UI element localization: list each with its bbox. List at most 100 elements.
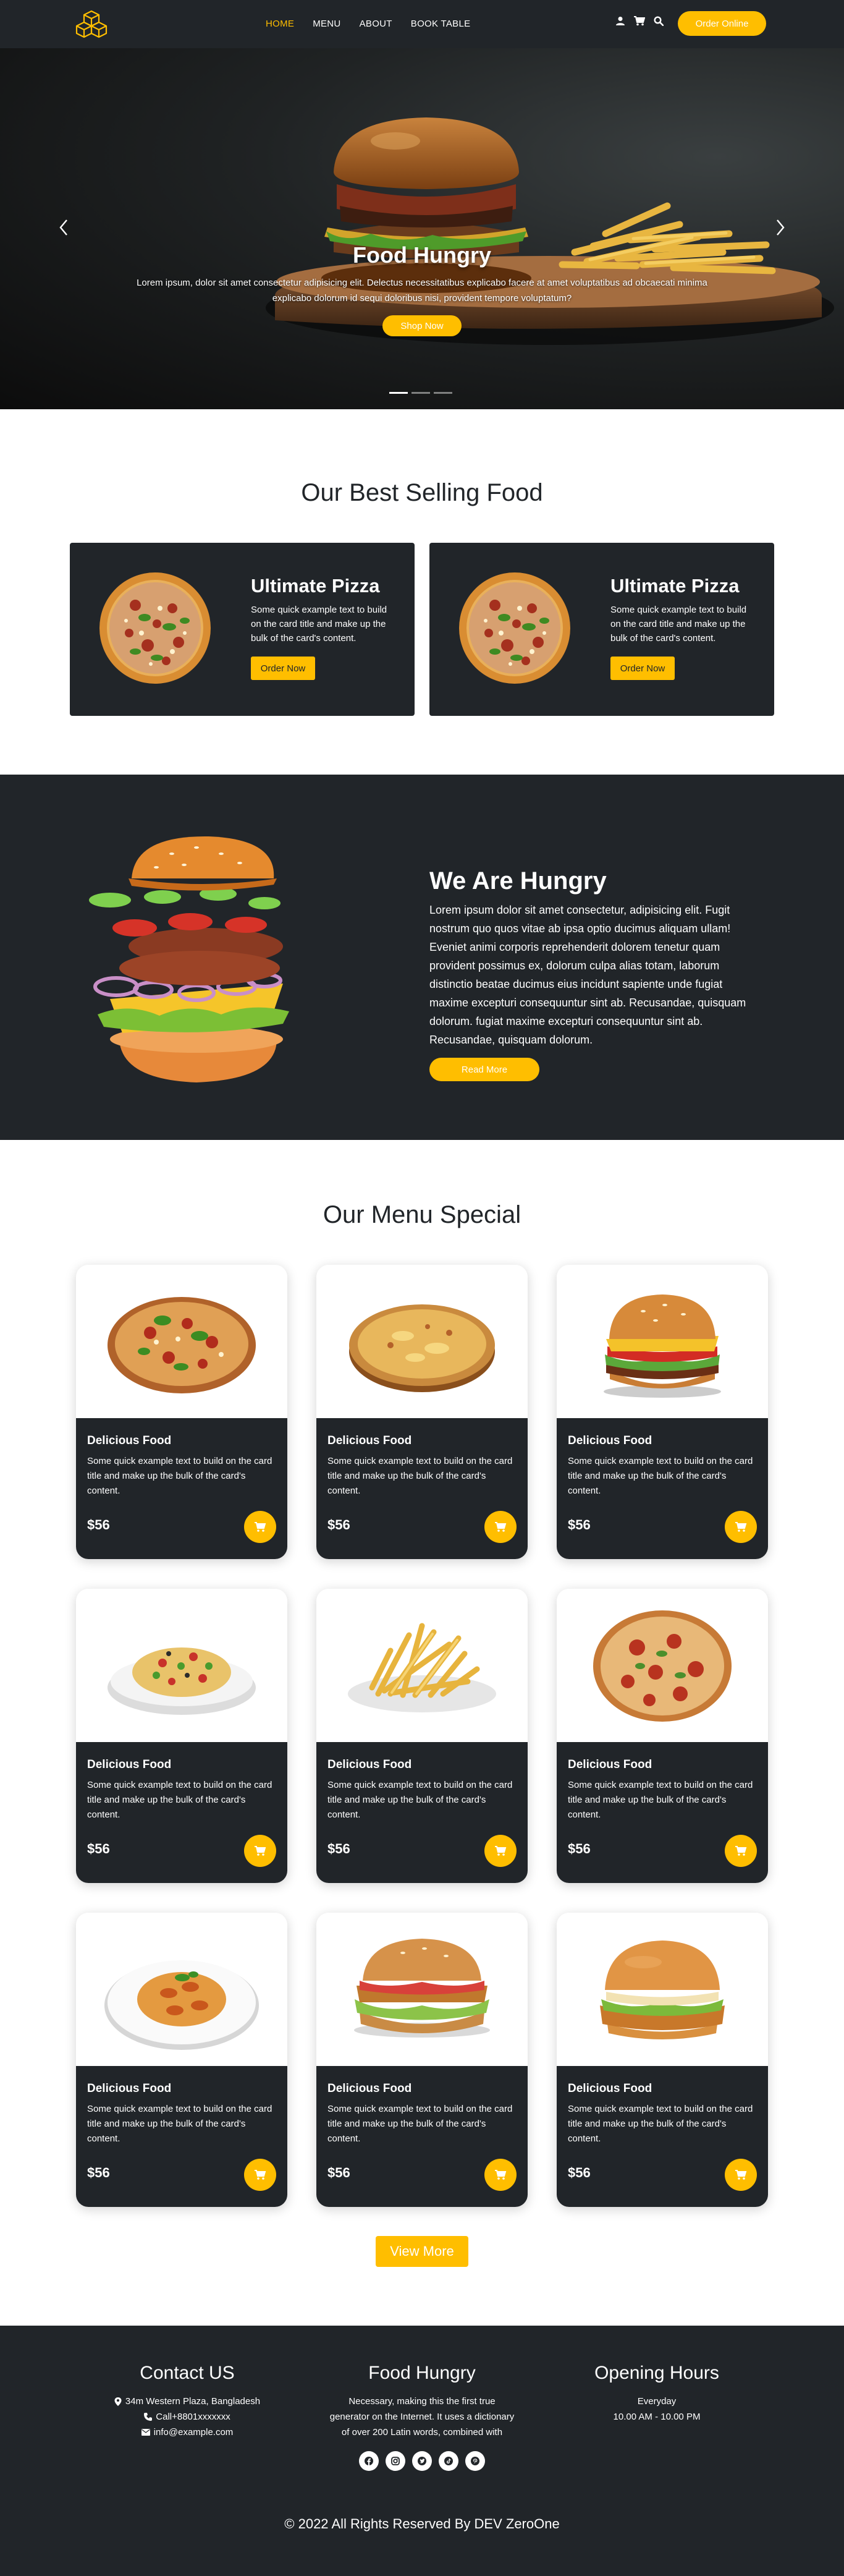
- menu-item-text: Some quick example text to build on the …: [87, 1780, 272, 1820]
- footer-hours-days: Everyday: [637, 2396, 677, 2407]
- cart-icon: [255, 1846, 266, 1856]
- footer-phone-text: Call+8801xxxxxxx: [156, 2412, 230, 2422]
- footer-hours: Opening Hours Everyday 10.00 AM - 10.00 …: [564, 2363, 749, 2425]
- pizza-pepperoni-image: [593, 1610, 732, 1722]
- menu-item-card: Delicious Food Some quick example text to…: [557, 1913, 768, 2207]
- pizza-image: [99, 572, 211, 684]
- menu-item-card: Delicious Food Some quick example text to…: [316, 1913, 528, 2207]
- order-now-button[interactable]: Order Now: [610, 657, 675, 680]
- add-to-cart-button[interactable]: [725, 1835, 757, 1867]
- add-to-cart-button[interactable]: [484, 1511, 517, 1543]
- add-to-cart-button[interactable]: [725, 1511, 757, 1543]
- view-more-button[interactable]: View More: [376, 2236, 468, 2267]
- twitter-icon[interactable]: [412, 2451, 432, 2471]
- menu-item-card: Delicious Food Some quick example text to…: [76, 1265, 287, 1559]
- facebook-icon[interactable]: [359, 2451, 379, 2471]
- menu-item-body: Delicious Food Some quick example text to…: [316, 1418, 528, 1559]
- menu-item-text: Some quick example text to build on the …: [87, 1456, 272, 1496]
- nav-icons: [615, 16, 664, 26]
- carousel-next-icon[interactable]: [771, 215, 790, 240]
- menu-item-price: $56: [568, 1841, 591, 1856]
- carousel-prev-icon[interactable]: [54, 215, 73, 240]
- menu-item-text: Some quick example text to build on the …: [568, 2104, 753, 2144]
- cart-icon: [495, 1522, 507, 1532]
- menu-item-text: Some quick example text to build on the …: [568, 1456, 753, 1496]
- menu-item-card: Delicious Food Some quick example text to…: [76, 1589, 287, 1883]
- menu-item-image-box: [557, 1265, 768, 1418]
- menu-item-price: $56: [87, 1841, 110, 1856]
- menu-item-body: Delicious Food Some quick example text to…: [76, 1418, 287, 1559]
- nav-book-table[interactable]: BOOK TABLE: [411, 19, 471, 29]
- menu-item-body: Delicious Food Some quick example text to…: [316, 1742, 528, 1883]
- add-to-cart-button[interactable]: [725, 2159, 757, 2191]
- order-now-button[interactable]: Order Now: [251, 657, 315, 680]
- menu-item-image-box: [76, 1913, 287, 2066]
- footer-phone[interactable]: Call+8801xxxxxxx: [95, 2409, 280, 2425]
- cart-icon: [735, 1522, 747, 1532]
- pasta-salad-image: [108, 1647, 256, 1715]
- nav-menu[interactable]: MENU: [313, 19, 340, 29]
- menu-item-text: Some quick example text to build on the …: [568, 1780, 753, 1820]
- carousel-indicator-1[interactable]: [389, 392, 408, 394]
- menu-item-price: $56: [327, 2165, 350, 2180]
- add-to-cart-button[interactable]: [244, 1511, 276, 1543]
- menu-item-title: Delicious Food: [87, 1434, 172, 1447]
- menu-item-title: Delicious Food: [327, 1758, 412, 1771]
- add-to-cart-button[interactable]: [244, 1835, 276, 1867]
- cart-icon[interactable]: [634, 16, 645, 26]
- chicken-sandwich-image: [354, 1939, 490, 2038]
- best-selling-title: Our Best Selling Food: [301, 479, 543, 506]
- add-to-cart-button[interactable]: [484, 1835, 517, 1867]
- carousel-indicator-2[interactable]: [411, 392, 430, 394]
- main-menu: HOME MENU ABOUT BOOK TABLE: [266, 19, 470, 29]
- footer-hours-title: Opening Hours: [594, 2363, 719, 2383]
- envelope-icon: [141, 2429, 150, 2436]
- cubes-logo-icon[interactable]: [74, 9, 109, 38]
- pinterest-icon[interactable]: [465, 2451, 485, 2471]
- menu-item-title: Delicious Food: [87, 2082, 172, 2095]
- menu-item-body: Delicious Food Some quick example text to…: [557, 2066, 768, 2207]
- menu-special-title: Our Menu Special: [323, 1201, 521, 1228]
- about-text: Lorem ipsum dolor sit amet consectetur, …: [429, 904, 746, 1046]
- menu-item-title: Delicious Food: [87, 1758, 172, 1771]
- menu-item-text: Some quick example text to build on the …: [87, 2104, 272, 2144]
- search-icon[interactable]: [654, 16, 664, 26]
- cart-icon: [495, 1846, 507, 1856]
- menu-item-image-box: [76, 1265, 287, 1418]
- read-more-button[interactable]: Read More: [429, 1058, 539, 1081]
- footer-address-text: 34m Western Plaza, Bangladesh: [125, 2396, 261, 2407]
- map-marker-icon: [114, 2397, 122, 2406]
- best-selling-card: Ultimate Pizza Some quick example text t…: [429, 543, 774, 716]
- menu-item-price: $56: [327, 1841, 350, 1856]
- menu-item-title: Delicious Food: [568, 2082, 652, 2095]
- instagram-icon[interactable]: [386, 2451, 405, 2471]
- best-selling-card: Ultimate Pizza Some quick example text t…: [70, 543, 415, 716]
- nav-about[interactable]: ABOUT: [360, 19, 392, 29]
- tiktok-icon[interactable]: [439, 2451, 458, 2471]
- order-online-button[interactable]: Order Online: [678, 11, 766, 36]
- add-to-cart-button[interactable]: [244, 2159, 276, 2191]
- pizza-cheese-image: [349, 1304, 495, 1392]
- nav-home[interactable]: HOME: [266, 19, 294, 29]
- footer-brand: Food Hungry Necessary, making this the f…: [329, 2363, 515, 2471]
- menu-item-price: $56: [87, 2165, 110, 2180]
- menu-item-body: Delicious Food Some quick example text to…: [557, 1418, 768, 1559]
- carousel-indicator-3[interactable]: [434, 392, 452, 394]
- shop-now-button[interactable]: Shop Now: [382, 315, 462, 336]
- card-text: Some quick example text to build on the …: [610, 605, 747, 644]
- phone-icon: [144, 2413, 153, 2421]
- menu-item-text: Some quick example text to build on the …: [327, 1780, 513, 1820]
- card-title: Ultimate Pizza: [610, 575, 740, 597]
- menu-item-text: Some quick example text to build on the …: [327, 2104, 513, 2144]
- footer-email-text: info@example.com: [153, 2427, 234, 2438]
- social-links: [329, 2451, 515, 2471]
- footer-brand-text: Necessary, making this the first true ge…: [329, 2396, 515, 2438]
- user-icon[interactable]: [615, 16, 625, 26]
- menu-item-card: Delicious Food Some quick example text to…: [316, 1265, 528, 1559]
- pizza-supreme-image: [108, 1297, 256, 1393]
- menu-item-title: Delicious Food: [327, 1434, 412, 1447]
- footer-email[interactable]: info@example.com: [95, 2425, 280, 2440]
- add-to-cart-button[interactable]: [484, 2159, 517, 2191]
- page: HOME MENU ABOUT BOOK TABLE Order Online: [0, 0, 844, 2576]
- hero-burger-fries-image: [266, 117, 834, 345]
